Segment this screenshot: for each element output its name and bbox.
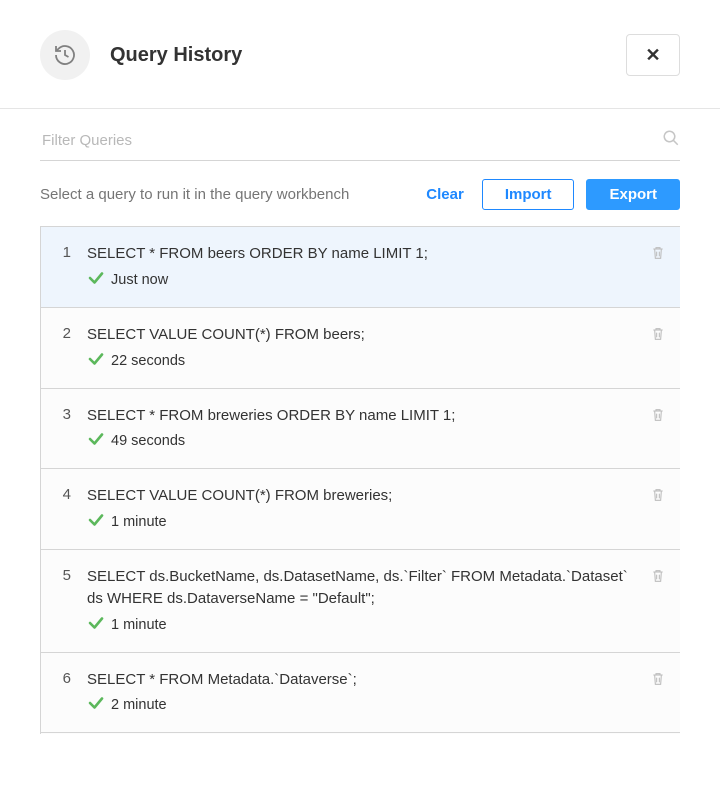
instruction-text: Select a query to run it in the query wo…: [40, 186, 408, 203]
query-meta: 1 minute: [87, 614, 634, 636]
query-time: 22 seconds: [111, 353, 185, 369]
query-row-content: SELECT ds.BucketName, ds.DatasetName, ds…: [87, 566, 634, 636]
dialog-title: Query History: [110, 44, 626, 67]
query-sql: SELECT * FROM breweries ORDER BY name LI…: [87, 405, 634, 427]
query-list[interactable]: 1 SELECT * FROM beers ORDER BY name LIMIT…: [40, 226, 680, 734]
check-icon: [87, 269, 105, 291]
close-button[interactable]: ✕: [626, 34, 680, 76]
query-meta: 22 seconds: [87, 350, 634, 372]
search-icon: [662, 129, 680, 152]
import-button[interactable]: Import: [482, 179, 575, 210]
filter-row: [40, 121, 680, 161]
export-button[interactable]: Export: [586, 179, 680, 210]
check-icon: [87, 350, 105, 372]
query-time: 1 minute: [111, 617, 167, 633]
query-row[interactable]: 6 SELECT * FROM Metadata.`Dataverse`; 2 mi…: [41, 653, 680, 734]
query-row-number: 5: [55, 566, 71, 584]
query-time: Just now: [111, 272, 168, 288]
query-row[interactable]: 5 SELECT ds.BucketName, ds.DatasetName, d…: [41, 550, 680, 653]
query-sql: SELECT VALUE COUNT(*) FROM beers;: [87, 324, 634, 346]
query-row-number: 3: [55, 405, 71, 423]
action-row: Select a query to run it in the query wo…: [40, 161, 680, 226]
query-time: 2 minute: [111, 697, 167, 713]
query-row-content: SELECT * FROM breweries ORDER BY name LI…: [87, 405, 634, 453]
query-sql: SELECT * FROM Metadata.`Dataverse`;: [87, 669, 634, 691]
delete-query-button[interactable]: [650, 324, 666, 348]
history-icon: [40, 30, 90, 80]
query-row-content: SELECT * FROM Metadata.`Dataverse`; 2 min…: [87, 669, 634, 717]
trash-icon: [650, 249, 666, 266]
trash-icon: [650, 411, 666, 428]
close-icon: ✕: [645, 45, 660, 66]
check-icon: [87, 694, 105, 716]
query-sql: SELECT ds.BucketName, ds.DatasetName, ds…: [87, 566, 634, 610]
trash-icon: [650, 491, 666, 508]
query-sql: SELECT VALUE COUNT(*) FROM breweries;: [87, 485, 634, 507]
query-row[interactable]: 1 SELECT * FROM beers ORDER BY name LIMIT…: [41, 227, 680, 308]
query-row[interactable]: 3 SELECT * FROM breweries ORDER BY name L…: [41, 389, 680, 470]
query-row-content: SELECT VALUE COUNT(*) FROM beers; 22 seco…: [87, 324, 634, 372]
query-row[interactable]: 7SELECT meta(bw) AS meta, bw AS data FRO…: [41, 733, 680, 734]
delete-query-button[interactable]: [650, 566, 666, 590]
query-meta: Just now: [87, 269, 634, 291]
delete-query-button[interactable]: [650, 669, 666, 693]
query-row-content: SELECT * FROM beers ORDER BY name LIMIT …: [87, 243, 634, 291]
query-row-number: 2: [55, 324, 71, 342]
trash-icon: [650, 675, 666, 692]
query-row-content: SELECT VALUE COUNT(*) FROM breweries; 1 m…: [87, 485, 634, 533]
filter-input[interactable]: [40, 131, 662, 150]
query-time: 49 seconds: [111, 433, 185, 449]
trash-icon: [650, 330, 666, 347]
delete-query-button[interactable]: [650, 243, 666, 267]
query-row-number: 6: [55, 669, 71, 687]
query-time: 1 minute: [111, 514, 167, 530]
query-row[interactable]: 2 SELECT VALUE COUNT(*) FROM beers; 22 sec…: [41, 308, 680, 389]
query-row-number: 4: [55, 485, 71, 503]
dialog-header: Query History ✕: [0, 0, 720, 108]
query-meta: 2 minute: [87, 694, 634, 716]
clear-button[interactable]: Clear: [420, 180, 470, 209]
query-sql: SELECT * FROM beers ORDER BY name LIMIT …: [87, 243, 634, 265]
query-meta: 1 minute: [87, 511, 634, 533]
query-row-number: 1: [55, 243, 71, 261]
check-icon: [87, 511, 105, 533]
delete-query-button[interactable]: [650, 405, 666, 429]
check-icon: [87, 614, 105, 636]
trash-icon: [650, 572, 666, 589]
query-meta: 49 seconds: [87, 430, 634, 452]
query-row[interactable]: 4 SELECT VALUE COUNT(*) FROM breweries; 1 …: [41, 469, 680, 550]
delete-query-button[interactable]: [650, 485, 666, 509]
dialog-body: Select a query to run it in the query wo…: [0, 109, 720, 734]
check-icon: [87, 430, 105, 452]
